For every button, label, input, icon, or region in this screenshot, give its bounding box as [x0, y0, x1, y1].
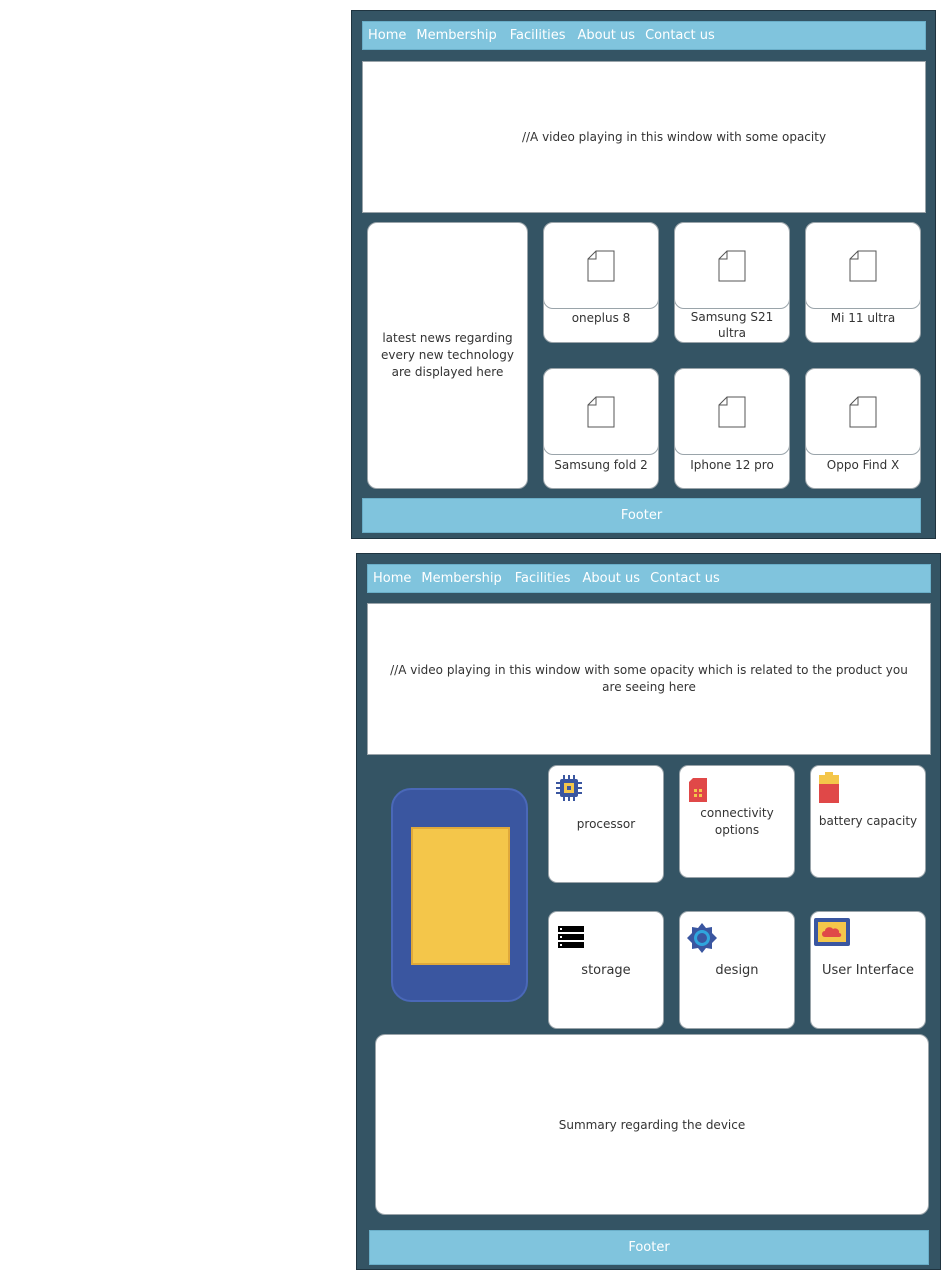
product-image-placeholder [543, 222, 659, 309]
video-banner: //A video playing in this window with so… [367, 603, 931, 755]
wireframe-product-page: Home Membership Facilities About us Cont… [356, 553, 941, 1270]
feature-label: battery capacity [818, 814, 918, 828]
news-text: latest news regarding every new technolo… [381, 331, 514, 379]
nav-contact-us[interactable]: Contact us [650, 571, 720, 586]
phone-screen [411, 827, 510, 965]
document-icon [849, 396, 877, 427]
nav-membership[interactable]: Membership [416, 28, 496, 43]
product-name: Mi 11 ultra [830, 310, 896, 325]
feature-card-connectivity[interactable]: connectivity options [679, 765, 795, 878]
product-name: Samsung S21 ultra [690, 309, 774, 340]
processor-chip-icon [555, 774, 583, 807]
product-card[interactable]: Samsung S21 ultra [674, 222, 790, 343]
product-card[interactable]: Iphone 12 pro [674, 368, 790, 489]
product-image-placeholder [805, 222, 921, 309]
user-interface-cloud-icon [813, 917, 851, 952]
top-nav-bar: Home Membership Facilities About us Cont… [367, 564, 931, 593]
device-summary-panel: Summary regarding the device [375, 1034, 929, 1215]
feature-card-storage[interactable]: storage [548, 911, 664, 1029]
feature-card-processor[interactable]: processor [548, 765, 664, 883]
footer: Footer [369, 1230, 929, 1265]
document-icon [587, 396, 615, 427]
nav-membership[interactable]: Membership [421, 571, 501, 586]
product-card[interactable]: Oppo Find X [805, 368, 921, 489]
product-name: Iphone 12 pro [690, 457, 774, 472]
video-banner: //A video playing in this window with so… [362, 61, 926, 213]
product-card[interactable]: Samsung fold 2 [543, 368, 659, 489]
product-name: Oppo Find X [826, 457, 900, 472]
video-banner-text: //A video playing in this window with so… [521, 129, 827, 144]
sim-card-icon [687, 777, 709, 808]
nav-about-us[interactable]: About us [577, 28, 635, 43]
nav-home[interactable]: Home [373, 571, 411, 586]
feature-label: connectivity options [700, 805, 774, 837]
storage-server-icon [558, 926, 584, 953]
video-banner-text: //A video playing in this window with so… [390, 663, 908, 694]
feature-label: design [715, 962, 759, 978]
nav-facilities[interactable]: Facilities [515, 571, 571, 586]
feature-card-design[interactable]: design [679, 911, 795, 1029]
feature-label: processor [576, 816, 636, 831]
feature-card-user-interface[interactable]: User Interface [810, 911, 926, 1029]
nav-about-us[interactable]: About us [582, 571, 640, 586]
phone-illustration [391, 788, 528, 1002]
product-name: Samsung fold 2 [554, 457, 648, 472]
top-nav-bar: Home Membership Facilities About us Cont… [362, 21, 926, 50]
document-icon [849, 250, 877, 281]
feature-label: User Interface [822, 962, 914, 978]
footer: Footer [362, 498, 921, 533]
product-image-placeholder [674, 368, 790, 455]
wireframe-homepage: Home Membership Facilities About us Cont… [351, 10, 936, 539]
feature-label: storage [581, 962, 631, 978]
product-card[interactable]: Mi 11 ultra [805, 222, 921, 343]
design-gear-icon [687, 923, 717, 958]
summary-text: Summary regarding the device [558, 1117, 746, 1132]
product-card[interactable]: oneplus 8 [543, 222, 659, 343]
news-panel: latest news regarding every new technolo… [367, 222, 528, 489]
product-name: oneplus 8 [571, 310, 631, 325]
document-icon [718, 396, 746, 427]
product-image-placeholder [543, 368, 659, 455]
product-image-placeholder [805, 368, 921, 455]
battery-icon [818, 772, 840, 809]
nav-facilities[interactable]: Facilities [510, 28, 566, 43]
document-icon [718, 250, 746, 281]
feature-card-battery[interactable]: battery capacity [810, 765, 926, 878]
document-icon [587, 250, 615, 281]
product-image-placeholder [674, 222, 790, 309]
nav-contact-us[interactable]: Contact us [645, 28, 715, 43]
nav-home[interactable]: Home [368, 28, 406, 43]
